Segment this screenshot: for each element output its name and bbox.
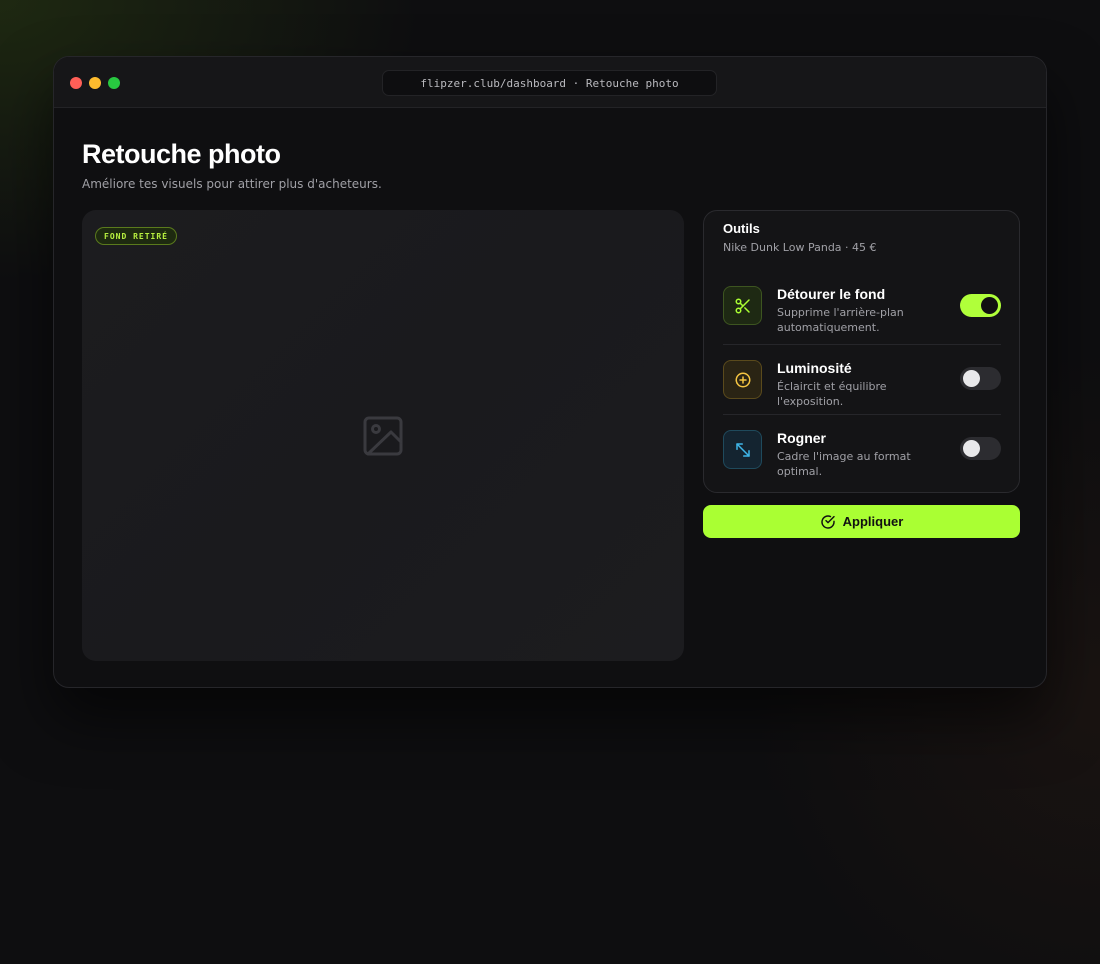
toggle-knob	[981, 297, 998, 314]
divider	[723, 414, 1001, 415]
luminosity-toggle[interactable]	[960, 367, 1001, 390]
close-window-button[interactable]	[70, 77, 82, 89]
resize-arrows-icon	[723, 430, 762, 469]
tool-background-removal: Détourer le fond Supprime l'arrière-plan…	[723, 286, 1001, 334]
address-bar[interactable]: flipzer.club/dashboard · Retouche photo	[382, 70, 717, 96]
background-removed-badge: FOND RETIRÉ	[95, 227, 177, 245]
apply-button-label: Appliquer	[842, 514, 904, 529]
photo-preview: FOND RETIRÉ	[82, 210, 684, 661]
plus-circle-icon	[723, 360, 762, 399]
divider	[723, 344, 1001, 345]
tool-name: Rogner	[777, 430, 826, 446]
tool-crop: Rogner Cadre l'image au format optimal.	[723, 430, 1001, 478]
scissors-icon	[723, 286, 762, 325]
apply-button[interactable]: Appliquer	[703, 505, 1020, 538]
background-removal-toggle[interactable]	[960, 294, 1001, 317]
tool-luminosity: Luminosité Éclaircit et équilibre l'expo…	[723, 360, 1001, 408]
app-window: flipzer.club/dashboard · Retouche photo …	[53, 56, 1047, 688]
tool-description: Supprime l'arrière-plan automatiquement.	[777, 306, 904, 334]
page-title: Retouche photo	[82, 139, 281, 169]
tools-panel-title: Outils	[723, 221, 760, 236]
product-info: Nike Dunk Low Panda · 45 €	[723, 241, 877, 254]
toggle-knob	[963, 440, 980, 457]
page-subtitle: Améliore tes visuels pour attirer plus d…	[82, 177, 382, 191]
check-circle-icon	[820, 514, 835, 529]
tool-name: Luminosité	[777, 360, 852, 376]
image-icon	[363, 416, 403, 456]
toggle-knob	[963, 370, 980, 387]
crop-toggle[interactable]	[960, 437, 1001, 460]
tool-description: Cadre l'image au format optimal.	[777, 450, 911, 478]
tools-panel: Outils Nike Dunk Low Panda · 45 € Détour…	[703, 210, 1020, 493]
window-titlebar: flipzer.club/dashboard · Retouche photo	[54, 57, 1046, 108]
tool-name: Détourer le fond	[777, 286, 886, 302]
tool-description: Éclaircit et équilibre l'exposition.	[777, 380, 887, 408]
maximize-window-button[interactable]	[108, 77, 120, 89]
minimize-window-button[interactable]	[89, 77, 101, 89]
